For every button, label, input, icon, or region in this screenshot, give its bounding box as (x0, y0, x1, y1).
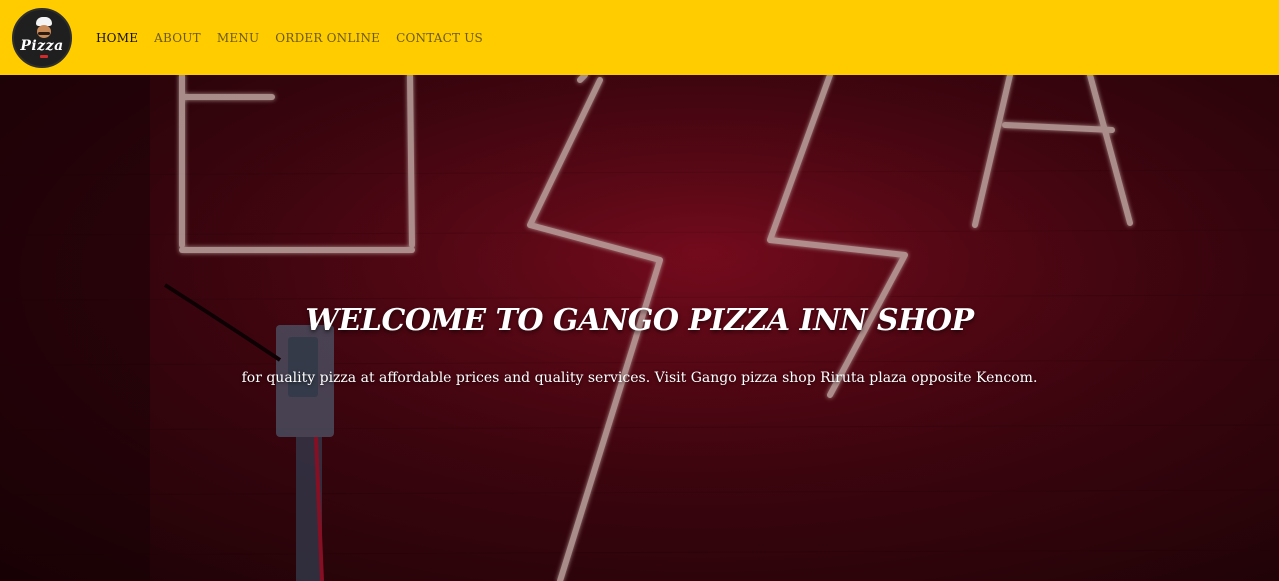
top-navbar: Pizza HOME ABOUT MENU ORDER ONLINE CONTA… (0, 0, 1279, 75)
nav-about[interactable]: ABOUT (154, 31, 201, 45)
pizza-logo[interactable]: Pizza (12, 7, 72, 68)
nav-contact-us[interactable]: CONTACT US (396, 31, 483, 45)
logo-accent (40, 54, 48, 58)
chef-mustache-icon (38, 31, 50, 35)
nav-order-online[interactable]: ORDER ONLINE (275, 31, 380, 45)
nav-home[interactable]: HOME (96, 31, 138, 45)
main-nav: HOME ABOUT MENU ORDER ONLINE CONTACT US (96, 31, 483, 45)
hero-banner: WELCOME TO GANGO PIZZA INN SHOP for qual… (0, 75, 1279, 581)
hero-title: WELCOME TO GANGO PIZZA INN SHOP (305, 303, 974, 338)
nav-menu[interactable]: MENU (217, 31, 259, 45)
hero-subtitle: for quality pizza at affordable prices a… (241, 370, 1038, 386)
logo-text: Pizza (20, 37, 64, 54)
